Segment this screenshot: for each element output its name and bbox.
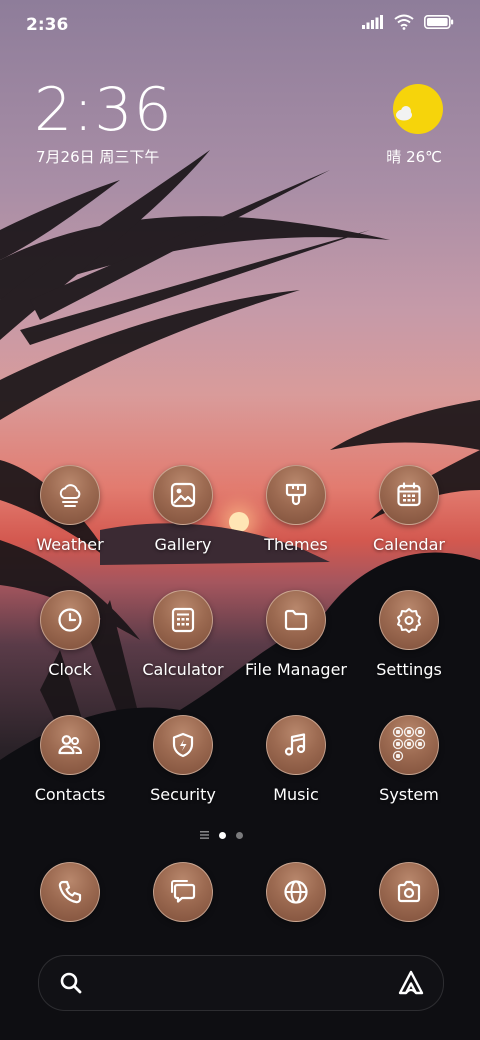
- app-clock[interactable]: Clock: [15, 590, 125, 679]
- app-icon-weather[interactable]: [40, 465, 100, 525]
- messages-icon: [171, 880, 196, 903]
- app-icon-themes[interactable]: [266, 465, 326, 525]
- list-pages-icon: [200, 831, 209, 839]
- app-label-music: Music: [273, 785, 319, 804]
- app-label-calendar: Calendar: [373, 535, 445, 554]
- folder-grid-icon: [392, 726, 426, 762]
- app-label-system: System: [379, 785, 439, 804]
- calculator-icon: [171, 607, 195, 633]
- camera-icon: [397, 880, 421, 903]
- shield-icon: [172, 732, 194, 758]
- app-music[interactable]: Music: [241, 715, 351, 804]
- status-icons: [362, 14, 454, 30]
- app-settings[interactable]: Settings: [354, 590, 464, 679]
- dock-icon-phone[interactable]: [40, 862, 100, 922]
- app-contacts[interactable]: Contacts: [15, 715, 125, 804]
- app-system-folder[interactable]: System: [354, 715, 464, 804]
- dock-icon-browser[interactable]: [266, 862, 326, 922]
- phone-icon: [58, 880, 82, 904]
- app-icon-music[interactable]: [266, 715, 326, 775]
- browser-icon: [284, 880, 308, 904]
- app-gallery[interactable]: Gallery: [128, 465, 238, 554]
- app-weather[interactable]: Weather: [15, 465, 125, 554]
- gear-icon: [397, 608, 421, 633]
- page-dot-1[interactable]: [219, 831, 226, 839]
- app-label-file-manager: File Manager: [245, 660, 347, 679]
- app-icon-calculator[interactable]: [153, 590, 213, 650]
- wifi-icon: [394, 14, 414, 30]
- dock-icon-messages[interactable]: [153, 862, 213, 922]
- app-label-settings: Settings: [376, 660, 442, 679]
- app-label-calculator: Calculator: [142, 660, 224, 679]
- app-icon-clock[interactable]: [40, 590, 100, 650]
- gallery-icon: [170, 482, 196, 508]
- app-file-manager[interactable]: File Manager: [241, 590, 351, 679]
- dock-browser[interactable]: [241, 862, 351, 922]
- calendar-icon: [397, 482, 421, 507]
- search-icon[interactable]: [59, 971, 83, 995]
- status-time: 2:36: [26, 15, 69, 35]
- signal-icon: [362, 15, 383, 29]
- clock-icon: [58, 608, 82, 632]
- folder-icon: [284, 609, 308, 631]
- search-bar[interactable]: [38, 955, 444, 1011]
- sun-cloud-icon[interactable]: [392, 84, 444, 134]
- clock-widget-date: 7月26日 周三下午: [36, 148, 160, 166]
- app-icon-security[interactable]: [153, 715, 213, 775]
- home-screen: 2:36 2:36 7月26日 周三下午 晴 26℃ Weather Galle…: [0, 0, 480, 1040]
- app-label-contacts: Contacts: [34, 785, 106, 804]
- dock-icon-camera[interactable]: [379, 862, 439, 922]
- dock-phone[interactable]: [15, 862, 125, 922]
- assistant-icon[interactable]: [397, 969, 425, 997]
- app-icon-gallery[interactable]: [153, 465, 213, 525]
- app-icon-system-folder[interactable]: [379, 715, 439, 775]
- app-label-clock: Clock: [48, 660, 92, 679]
- app-security[interactable]: Security: [128, 715, 238, 804]
- app-label-gallery: Gallery: [154, 535, 212, 554]
- weather-icon: [59, 484, 81, 507]
- app-icon-settings[interactable]: [379, 590, 439, 650]
- app-icon-calendar[interactable]: [379, 465, 439, 525]
- contacts-icon: [58, 735, 82, 755]
- status-bar: 2:36: [0, 0, 480, 50]
- app-label-security: Security: [150, 785, 216, 804]
- app-calculator[interactable]: Calculator: [128, 590, 238, 679]
- app-label-weather: Weather: [36, 535, 104, 554]
- music-icon: [284, 733, 306, 756]
- page-dot-2[interactable]: [236, 831, 243, 839]
- page-indicator[interactable]: [200, 831, 243, 839]
- battery-icon: [424, 15, 454, 29]
- app-icon-contacts[interactable]: [40, 715, 100, 775]
- app-icon-file-manager[interactable]: [266, 590, 326, 650]
- app-label-themes: Themes: [264, 535, 328, 554]
- themes-icon: [285, 483, 307, 506]
- dock-messages[interactable]: [128, 862, 238, 922]
- dock-camera[interactable]: [354, 862, 464, 922]
- weather-widget-text: 晴 26℃: [386, 148, 442, 166]
- app-themes[interactable]: Themes: [241, 465, 351, 554]
- app-calendar[interactable]: Calendar: [354, 465, 464, 554]
- clock-widget-time[interactable]: 2:36: [34, 78, 173, 142]
